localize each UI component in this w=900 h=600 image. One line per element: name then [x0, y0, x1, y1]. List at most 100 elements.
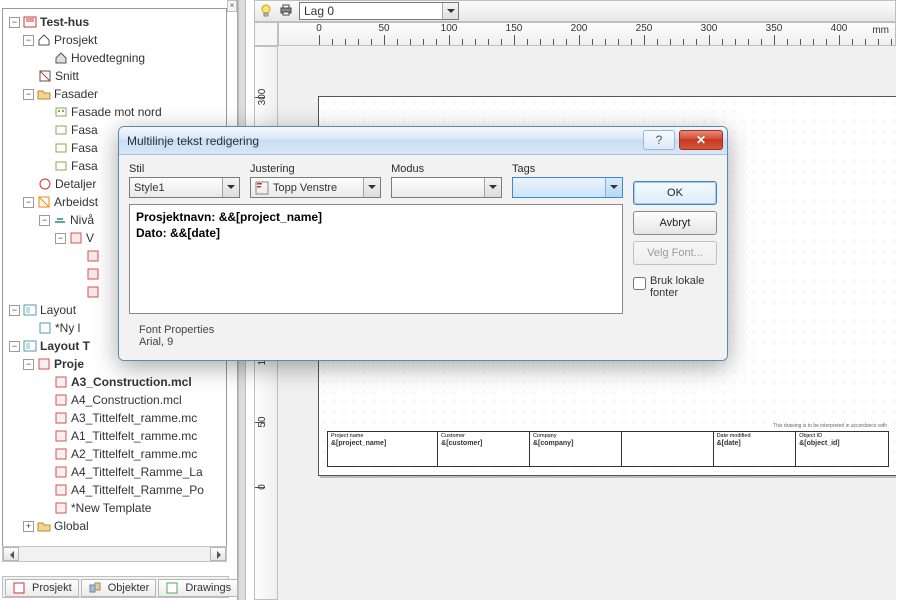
detail-icon	[38, 177, 52, 191]
facade-icon	[54, 159, 68, 173]
tree-node-hovedtegning[interactable]: Hovedtegning	[5, 49, 224, 67]
dialog-titlebar[interactable]: Multilinje tekst redigering ? ✕	[119, 127, 727, 155]
workdrawing-icon	[37, 195, 51, 209]
font-properties-value: Arial, 9	[139, 336, 713, 348]
expand-icon[interactable]: −	[23, 359, 34, 370]
justering-label: Justering	[250, 163, 381, 175]
bruk-lokale-fonter-checkbox[interactable]: Bruk lokale fonter	[633, 271, 717, 299]
printer-icon[interactable]	[279, 3, 293, 20]
sheet-note: This drawing is to be interpreted in acc…	[773, 423, 887, 429]
house-icon	[37, 33, 51, 47]
chevron-down-icon[interactable]	[222, 178, 239, 197]
expand-icon[interactable]: −	[55, 233, 66, 244]
sheet-icon	[86, 249, 100, 263]
titleblock-cell-project: Project name&[project_name]	[328, 432, 438, 466]
checkbox-input[interactable]	[633, 277, 646, 290]
project-icon	[12, 581, 26, 595]
titleblock-cell-empty	[622, 432, 714, 466]
avbryt-button[interactable]: Avbryt	[633, 211, 717, 235]
template-icon	[54, 393, 68, 407]
tree-template-a2t[interactable]: A2_Tittelfelt_ramme.mc	[5, 445, 224, 463]
text-editor[interactable]: Prosjektnavn: &&[project_name] Dato: &&[…	[129, 204, 623, 314]
expand-icon[interactable]: −	[23, 35, 34, 46]
template-icon	[54, 483, 68, 497]
tree-node-prosjekt[interactable]: − Prosjekt	[5, 31, 224, 49]
expand-icon[interactable]: −	[23, 89, 34, 100]
template-folder-icon	[37, 357, 51, 371]
titleblock-cell-date: Date modified&[date]	[714, 432, 797, 466]
font-properties-header: Font Properties	[139, 324, 713, 336]
expand-icon[interactable]: +	[23, 521, 34, 532]
level-icon	[53, 213, 67, 227]
chevron-down-icon[interactable]	[484, 178, 501, 197]
tree-node-global[interactable]: + Global	[5, 517, 224, 535]
tree-template-a4tl[interactable]: A4_Tittelfelt_Ramme_La	[5, 463, 224, 481]
tree-template-new[interactable]: *New Template	[5, 499, 224, 517]
facade-icon	[54, 141, 68, 155]
sheet-icon	[69, 231, 83, 245]
ruler-unit: mm	[872, 25, 889, 36]
titleblock-cell-objectid: Object ID&[object_id]	[796, 432, 888, 466]
dialog-title: Multilinje tekst redigering	[127, 134, 259, 148]
facade-icon	[54, 105, 68, 119]
tab-prosjekt[interactable]: Prosjekt	[5, 579, 79, 597]
panel-close-icon[interactable]: ×	[227, 0, 237, 12]
house-icon	[54, 51, 68, 65]
tree-root[interactable]: − Test-hus	[5, 13, 224, 31]
layout-page-icon	[38, 321, 52, 335]
tab-objekter[interactable]: Objekter	[81, 579, 157, 597]
expand-icon[interactable]: −	[9, 17, 20, 28]
chevron-down-icon[interactable]	[442, 3, 458, 19]
stil-label: Stil	[129, 163, 240, 175]
template-icon	[54, 447, 68, 461]
velg-font-button[interactable]: Velg Font...	[633, 241, 717, 265]
folder-icon	[37, 519, 51, 533]
sheet-icon	[86, 267, 100, 281]
tab-drawings[interactable]: Drawings	[158, 579, 238, 597]
tree-template-a4c[interactable]: A4_Construction.mcl	[5, 391, 224, 409]
expand-icon[interactable]: −	[23, 197, 34, 208]
ok-button[interactable]: OK	[633, 181, 717, 205]
template-icon	[54, 501, 68, 515]
tree-template-a4tp[interactable]: A4_Tittelfelt_Ramme_Po	[5, 481, 224, 499]
tree-node-fasader[interactable]: − Fasader	[5, 85, 224, 103]
template-icon	[54, 411, 68, 425]
expand-icon[interactable]: −	[9, 305, 20, 316]
drawings-icon	[165, 581, 179, 595]
template-icon	[54, 375, 68, 389]
chevron-down-icon[interactable]	[605, 178, 622, 197]
tags-combo[interactable]	[512, 177, 623, 198]
titleblock-cell-customer: Customer&[customer]	[438, 432, 530, 466]
tree-template-a3c[interactable]: A3_Construction.mcl	[5, 373, 224, 391]
tags-label: Tags	[512, 163, 623, 175]
expand-icon[interactable]: −	[9, 341, 20, 352]
bottom-tabs: Prosjekt Objekter Drawings	[2, 576, 229, 598]
help-button[interactable]: ?	[643, 130, 675, 150]
sheet-icon	[86, 285, 100, 299]
template-icon	[54, 465, 68, 479]
horizontal-ruler: 050100150200250300350400 mm	[278, 22, 896, 46]
justering-combo[interactable]: Topp Venstre	[250, 177, 381, 198]
layout-icon	[23, 303, 37, 317]
close-button[interactable]: ✕	[679, 130, 723, 150]
facade-icon	[54, 123, 68, 137]
lightbulb-icon[interactable]	[259, 4, 273, 18]
stil-combo[interactable]: Style1	[129, 177, 240, 198]
tree-node-fasade1[interactable]: Fasade mot nord	[5, 103, 224, 121]
titleblock[interactable]: Project name&[project_name] Customer&[cu…	[327, 431, 889, 467]
tree-template-a3t[interactable]: A3_Tittelfelt_ramme.mc	[5, 409, 224, 427]
modus-combo[interactable]	[391, 177, 502, 198]
chevron-down-icon[interactable]	[363, 178, 380, 197]
tree-template-a1t[interactable]: A1_Tittelfelt_ramme.mc	[5, 427, 224, 445]
layer-selector[interactable]: Lag 0	[299, 2, 459, 20]
layout-templates-icon	[23, 339, 37, 353]
titleblock-cell-company: Company&[company]	[530, 432, 622, 466]
expand-icon[interactable]: −	[39, 215, 50, 226]
project-icon	[23, 15, 37, 29]
tree-node-snitt[interactable]: Snitt	[5, 67, 224, 85]
template-icon	[54, 429, 68, 443]
modus-label: Modus	[391, 163, 502, 175]
ruler-corner	[254, 22, 278, 46]
folder-icon	[37, 87, 51, 101]
tree-horizontal-scrollbar[interactable]	[2, 546, 227, 562]
